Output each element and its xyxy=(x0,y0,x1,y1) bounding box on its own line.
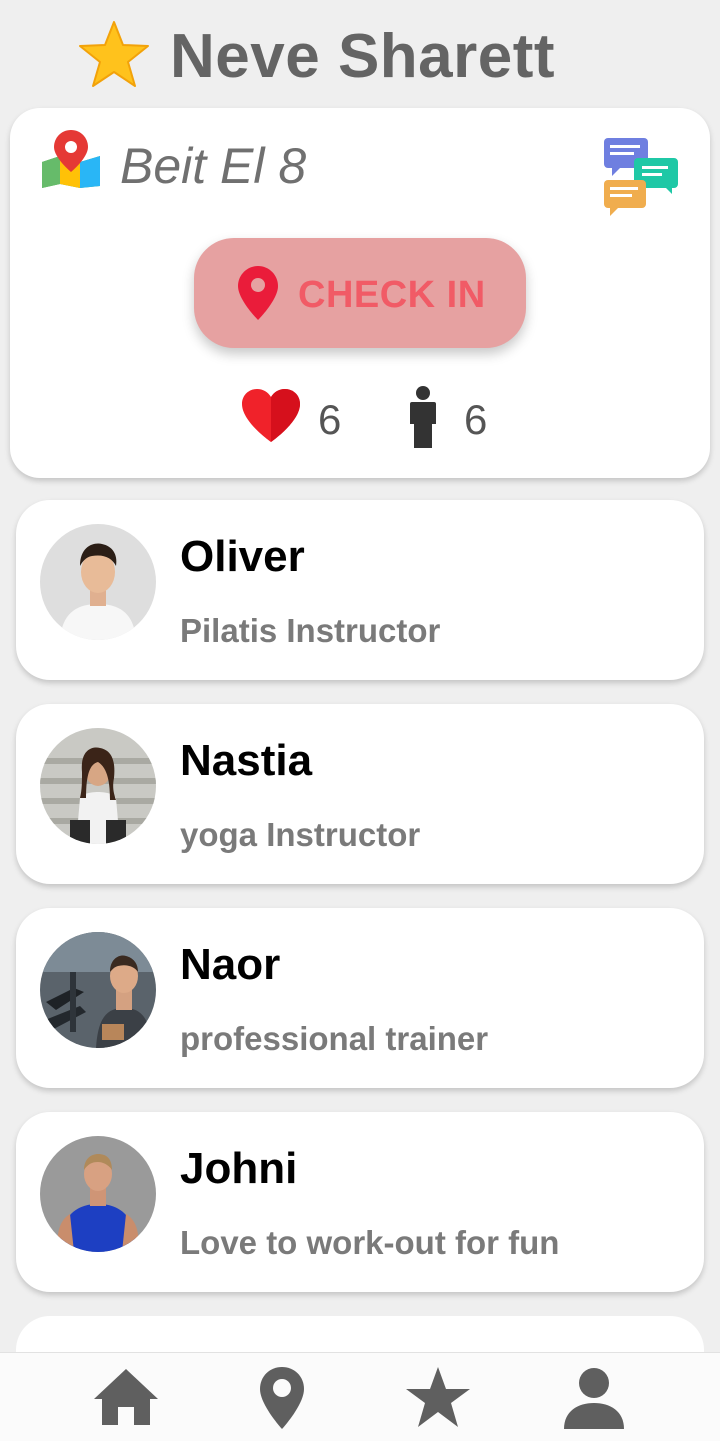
profile-icon xyxy=(564,1368,624,1429)
trainer-card-oliver[interactable]: Oliver Pilatis Instructor xyxy=(16,500,704,680)
nav-favorites[interactable] xyxy=(402,1361,474,1433)
trainer-card-nastia[interactable]: Nastia yoga Instructor xyxy=(16,704,704,884)
avatar xyxy=(40,728,156,844)
trainer-name: Oliver xyxy=(180,532,305,581)
avatar xyxy=(40,524,156,640)
nav-location[interactable] xyxy=(246,1361,318,1433)
nav-profile[interactable] xyxy=(558,1361,630,1433)
trainer-role: professional trainer xyxy=(180,1020,489,1057)
trainer-role: Love to work-out for fun xyxy=(180,1224,560,1261)
star-icon xyxy=(79,21,149,87)
check-in-button[interactable]: CHECK IN xyxy=(194,238,526,348)
avatar xyxy=(40,1136,156,1252)
location-address: Beit El 8 xyxy=(120,138,307,194)
trainer-card-johni[interactable]: Johni Love to work-out for fun xyxy=(16,1112,704,1292)
chat-icon[interactable] xyxy=(602,136,680,218)
location-card: Beit El 8 CHECK IN 6 6 xyxy=(10,108,710,478)
avatar xyxy=(40,932,156,1048)
person-icon xyxy=(410,386,436,448)
people-count: 6 xyxy=(464,396,488,443)
trainer-name: Nastia xyxy=(180,736,313,785)
trainer-role: Pilatis Instructor xyxy=(180,612,441,649)
trainer-name: Johni xyxy=(180,1144,298,1193)
location-pin-icon xyxy=(260,1367,304,1429)
star-icon xyxy=(406,1367,470,1427)
trainer-name: Naor xyxy=(180,940,281,989)
likes-count: 6 xyxy=(318,396,342,443)
home-icon xyxy=(94,1369,158,1425)
trainer-role: yoga Instructor xyxy=(180,816,421,853)
map-icon xyxy=(42,130,100,188)
location-pin-icon xyxy=(238,266,278,320)
bottom-navigation xyxy=(0,1352,720,1441)
trainer-card-naor[interactable]: Naor professional trainer xyxy=(16,908,704,1088)
heart-icon[interactable] xyxy=(240,388,302,444)
page-title: Neve Sharett xyxy=(170,22,556,91)
nav-home[interactable] xyxy=(90,1361,162,1433)
check-in-label: CHECK IN xyxy=(298,274,486,316)
app-header: Neve Sharett xyxy=(0,0,720,108)
